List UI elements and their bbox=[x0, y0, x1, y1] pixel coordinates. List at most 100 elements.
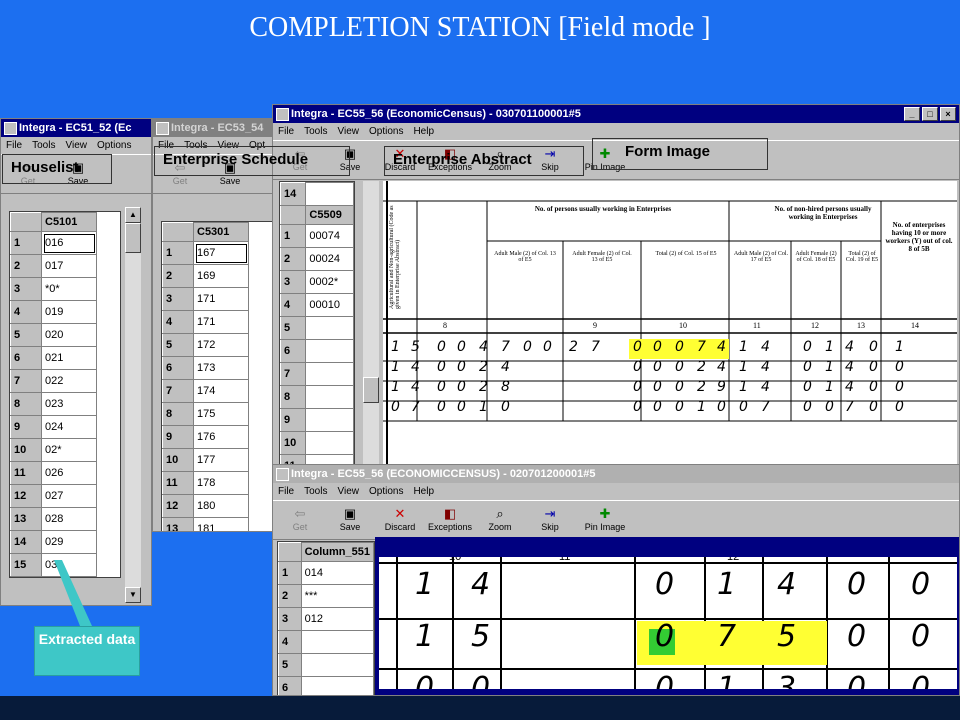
data-cell[interactable]: 027 bbox=[41, 484, 97, 508]
row-number[interactable]: 14 bbox=[10, 530, 42, 554]
menu-tools[interactable]: Tools bbox=[304, 483, 327, 500]
row-number[interactable]: 13 bbox=[10, 507, 42, 531]
menu-file[interactable]: File bbox=[278, 483, 294, 500]
data-cell[interactable]: 02* bbox=[41, 438, 97, 462]
menu-tools[interactable]: Tools bbox=[32, 137, 55, 154]
row-number[interactable]: 2 bbox=[278, 584, 302, 608]
data-cell[interactable] bbox=[305, 431, 354, 455]
discard-button[interactable]: ✕ Discard bbox=[377, 501, 423, 537]
row-number[interactable]: 3 bbox=[279, 270, 307, 294]
row-number[interactable]: 2 bbox=[162, 264, 194, 288]
row-number[interactable]: 1 bbox=[10, 231, 42, 255]
row-number[interactable]: 6 bbox=[278, 676, 302, 695]
row-number[interactable]: 12 bbox=[162, 494, 194, 518]
data-cell[interactable]: 024 bbox=[41, 415, 97, 439]
data-cell[interactable]: 00024 bbox=[305, 247, 354, 271]
row-number[interactable]: 1 bbox=[278, 561, 302, 585]
row-number[interactable]: 9 bbox=[10, 415, 42, 439]
data-cell[interactable] bbox=[305, 316, 354, 340]
row-number[interactable]: 5 bbox=[278, 653, 302, 677]
scroll-thumb[interactable] bbox=[363, 377, 379, 403]
pin-image-button[interactable]: ✚ Pin Image bbox=[577, 501, 633, 537]
exceptions-button[interactable]: ◧ Exceptions bbox=[427, 501, 473, 537]
titlebar-ec55[interactable]: Integra - EC55_56 (EconomicCensus) - 030… bbox=[273, 105, 959, 123]
data-cell[interactable] bbox=[305, 362, 354, 386]
data-cell[interactable]: 177 bbox=[193, 448, 249, 472]
data-cell[interactable] bbox=[300, 676, 375, 695]
menu-view[interactable]: View bbox=[337, 483, 359, 500]
data-cell[interactable]: 171 bbox=[193, 287, 249, 311]
vertical-scrollbar[interactable]: ▲ ▼ bbox=[125, 207, 141, 603]
data-cell[interactable] bbox=[305, 385, 354, 409]
data-cell[interactable]: 023 bbox=[41, 392, 97, 416]
data-cell[interactable]: 169 bbox=[193, 264, 249, 288]
row-number[interactable]: 3 bbox=[162, 287, 194, 311]
data-cell[interactable]: 00010 bbox=[305, 293, 354, 317]
column-header[interactable]: C5101 bbox=[41, 212, 97, 232]
data-cell[interactable]: 173 bbox=[193, 356, 249, 380]
row-number[interactable]: 4 bbox=[10, 300, 42, 324]
row-number[interactable]: 8 bbox=[279, 385, 307, 409]
data-cell[interactable]: 019 bbox=[41, 300, 97, 324]
menu-file[interactable]: File bbox=[6, 137, 22, 154]
data-cell[interactable]: 176 bbox=[193, 425, 249, 449]
data-cell[interactable] bbox=[305, 408, 354, 432]
row-number[interactable]: 7 bbox=[10, 369, 42, 393]
titlebar-ec53[interactable]: Integra - EC53_54 bbox=[153, 119, 277, 137]
data-cell[interactable]: 016 bbox=[41, 231, 97, 255]
data-cell[interactable]: 022 bbox=[41, 369, 97, 393]
data-cell[interactable]: 029 bbox=[41, 530, 97, 554]
titlebar-bottom[interactable]: Integra - EC55_56 (ECONOMICCENSUS) - 020… bbox=[273, 465, 959, 483]
row-number[interactable]: 10 bbox=[10, 438, 42, 462]
menu-options[interactable]: Options bbox=[369, 123, 403, 140]
scroll-down-arrow-icon[interactable]: ▼ bbox=[125, 587, 141, 603]
row-number[interactable]: 9 bbox=[162, 425, 194, 449]
data-cell[interactable]: 028 bbox=[41, 507, 97, 531]
menu-help[interactable]: Help bbox=[413, 483, 434, 500]
data-cell[interactable]: 026 bbox=[41, 461, 97, 485]
vertical-scrollbar[interactable] bbox=[363, 181, 379, 467]
data-cell[interactable]: 020 bbox=[41, 323, 97, 347]
row-number[interactable]: 11 bbox=[162, 471, 194, 495]
row-number[interactable]: 2 bbox=[279, 247, 307, 271]
column-header[interactable]: C5509 bbox=[305, 205, 354, 225]
menu-tools[interactable]: Tools bbox=[304, 123, 327, 140]
data-cell[interactable]: *** bbox=[300, 584, 375, 608]
get-button[interactable]: ⇦ Get bbox=[277, 501, 323, 537]
minimize-icon[interactable]: _ bbox=[904, 107, 920, 121]
row-number[interactable]: 5 bbox=[279, 316, 307, 340]
save-button[interactable]: ▣ Save bbox=[327, 501, 373, 537]
row-number[interactable]: 7 bbox=[279, 362, 307, 386]
data-cell[interactable]: 012 bbox=[300, 607, 375, 631]
row-number[interactable]: 2 bbox=[10, 254, 42, 278]
data-cell[interactable]: 017 bbox=[41, 254, 97, 278]
row-number[interactable]: 11 bbox=[10, 461, 42, 485]
data-cell[interactable]: 181 bbox=[193, 517, 249, 531]
data-cell[interactable]: 174 bbox=[193, 379, 249, 403]
menu-options[interactable]: Options bbox=[369, 483, 403, 500]
row-number[interactable]: 7 bbox=[162, 379, 194, 403]
data-cell[interactable]: 178 bbox=[193, 471, 249, 495]
data-cell[interactable] bbox=[305, 182, 354, 206]
row-number[interactable]: 6 bbox=[10, 346, 42, 370]
row-number[interactable]: 4 bbox=[278, 630, 302, 654]
data-cell[interactable] bbox=[305, 339, 354, 363]
skip-button[interactable]: ⇥ Skip bbox=[527, 501, 573, 537]
row-number[interactable]: 1 bbox=[162, 241, 194, 265]
row-number[interactable]: 8 bbox=[10, 392, 42, 416]
data-cell[interactable]: 014 bbox=[300, 561, 375, 585]
data-cell[interactable]: 0002* bbox=[305, 270, 354, 294]
scroll-up-arrow-icon[interactable]: ▲ bbox=[125, 207, 141, 223]
data-cell[interactable]: 171 bbox=[193, 310, 249, 334]
row-number[interactable]: 1 bbox=[279, 224, 307, 248]
row-number[interactable]: 4 bbox=[162, 310, 194, 334]
data-cell[interactable]: 021 bbox=[41, 346, 97, 370]
row-number[interactable]: 15 bbox=[10, 553, 42, 577]
maximize-icon[interactable]: □ bbox=[922, 107, 938, 121]
row-number[interactable]: 8 bbox=[162, 402, 194, 426]
data-cell[interactable]: 172 bbox=[193, 333, 249, 357]
data-cell[interactable]: 167 bbox=[193, 241, 249, 265]
row-number[interactable]: 9 bbox=[279, 408, 307, 432]
data-cell[interactable] bbox=[300, 630, 375, 654]
row-number[interactable]: 10 bbox=[162, 448, 194, 472]
